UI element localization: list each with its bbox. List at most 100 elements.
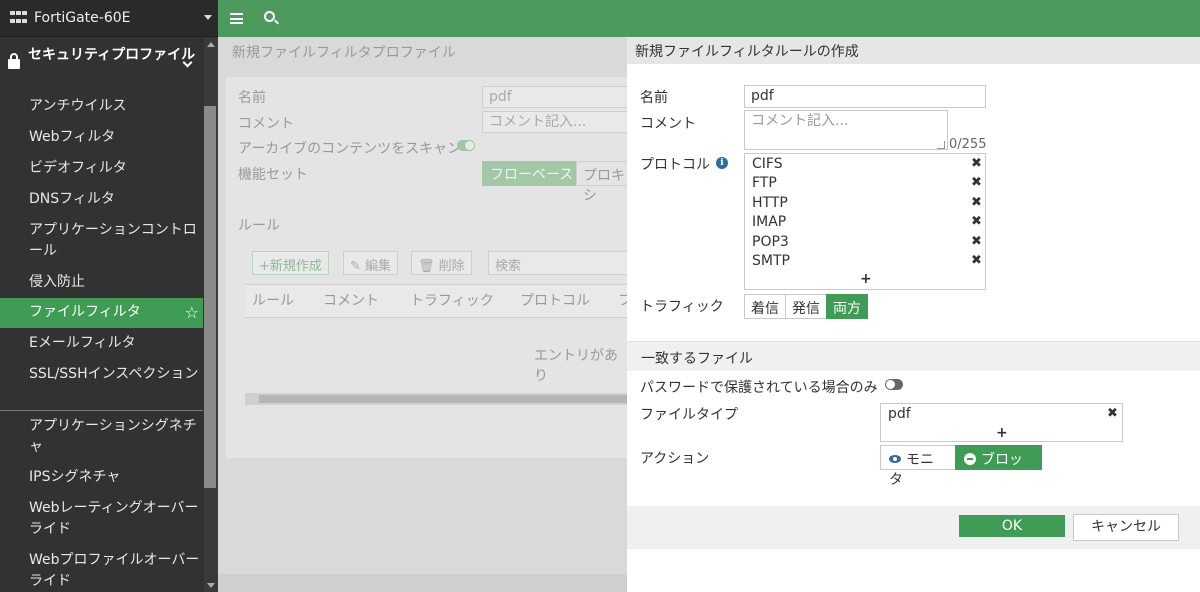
edit-label: 編集	[365, 259, 392, 274]
traffic-both[interactable]: 両方	[826, 294, 868, 319]
match-files-section: 一致するファイル	[627, 341, 1200, 371]
rules-label: ルール	[238, 218, 280, 234]
section-title: セキュリティプロファイル	[28, 47, 196, 63]
col-protocol[interactable]: プロトコル	[520, 290, 590, 310]
name-input[interactable]: pdf	[744, 85, 986, 108]
sidebar-item-application-signatures[interactable]: アプリケーションシグネチャ	[0, 416, 203, 458]
cancel-button[interactable]: キャンセル	[1073, 514, 1179, 541]
comment-label: コメント	[640, 116, 696, 132]
feature-set-label: 機能セット	[238, 167, 308, 183]
new-rule-button[interactable]: +新規作成	[252, 251, 329, 275]
sidebar-item-ips-signatures[interactable]: IPSシグネチャ	[0, 467, 203, 488]
traffic-outgoing[interactable]: 発信	[785, 294, 827, 319]
password-protected-toggle[interactable]	[885, 379, 903, 390]
scrollbar-thumb[interactable]	[204, 106, 216, 488]
file-type-list: pdf ✖ +	[880, 403, 1123, 442]
protocol-item-ftp: FTP	[752, 175, 777, 191]
scroll-down-icon[interactable]	[207, 583, 215, 588]
sidebar-item-ssl-ssh-inspection[interactable]: SSL/SSHインスペクション	[0, 364, 203, 385]
remove-cifs-icon[interactable]: ✖	[971, 156, 982, 171]
action-label: アクション	[640, 451, 710, 467]
sidebar-item-intrusion-prevention[interactable]: 侵入防止	[0, 272, 203, 293]
ok-button[interactable]: OK	[959, 515, 1065, 537]
comment-label: コメント	[238, 116, 294, 132]
file-type-label: ファイルタイプ	[640, 407, 738, 423]
remove-imap-icon[interactable]: ✖	[971, 214, 982, 229]
sidebar-scrollbar[interactable]	[204, 38, 218, 592]
traffic-label: トラフィック	[640, 299, 724, 315]
name-field[interactable]: pdf	[482, 86, 632, 108]
protocol-list: CIFS ✖ FTP ✖ HTTP ✖ IMAP ✖ POP3 ✖ SMTP ✖…	[744, 153, 986, 290]
device-name: FortiGate-60E	[34, 10, 131, 26]
rules-card	[226, 210, 646, 458]
sidebar-item-web-filter[interactable]: Webフィルタ	[0, 127, 203, 148]
remove-ftp-icon[interactable]: ✖	[971, 175, 982, 190]
fortinet-logo-icon	[10, 11, 28, 25]
action-block-button[interactable]: ブロック	[955, 445, 1042, 488]
sidebar-item-file-filter[interactable]: ファイルフィルタ ☆	[0, 298, 203, 328]
sidebar-item-video-filter[interactable]: ビデオフィルタ	[0, 158, 203, 179]
info-icon[interactable]: i	[716, 157, 728, 169]
top-bar	[218, 0, 1200, 37]
remove-pdf-icon[interactable]: ✖	[1107, 406, 1118, 421]
scrollbar-thumb[interactable]	[259, 395, 627, 403]
sidebar-item-web-rating-override[interactable]: Webレーティングオーバーライド	[0, 498, 203, 540]
caret-down-icon	[204, 15, 212, 20]
resize-handle-icon[interactable]	[937, 141, 945, 149]
hamburger-icon[interactable]	[230, 13, 243, 24]
traffic-incoming[interactable]: 着信	[744, 294, 786, 319]
col-comment[interactable]: コメント	[323, 290, 379, 310]
security-profiles-section[interactable]: セキュリティプロファイル	[0, 41, 203, 91]
name-label: 名前	[640, 90, 668, 106]
page-title: 新規ファイルフィルタプロファイル	[232, 45, 456, 61]
protocol-item-cifs: CIFS	[752, 156, 783, 172]
archive-scan-label: アーカイブのコンテンツをスキャン	[238, 141, 462, 157]
eye-icon	[889, 455, 901, 463]
background-page: 新規ファイルフィルタプロファイル 名前 pdf コメント コメント記入... ア…	[218, 37, 646, 592]
pencil-icon: ✎	[350, 259, 366, 274]
bottom-bar	[218, 574, 627, 592]
file-type-item-pdf: pdf	[888, 406, 911, 422]
archive-scan-toggle[interactable]	[457, 140, 475, 151]
protocol-item-pop3: POP3	[752, 234, 789, 250]
protocol-item-http: HTTP	[752, 195, 788, 211]
action-monitor-button[interactable]: モニタ	[880, 445, 956, 488]
device-selector[interactable]: FortiGate-60E	[0, 0, 218, 37]
col-traffic[interactable]: トラフィック	[410, 290, 494, 310]
scroll-up-icon[interactable]	[207, 42, 215, 47]
remove-smtp-icon[interactable]: ✖	[971, 253, 982, 268]
search-input[interactable]: 検索	[488, 251, 638, 275]
edit-button[interactable]: ✎ 編集	[343, 251, 399, 275]
create-rule-dialog: 新規ファイルフィルタルールの作成 名前 pdf コメント コメント記入... 0…	[627, 37, 1200, 592]
comment-field[interactable]: コメント記入...	[482, 111, 632, 133]
sidebar: FortiGate-60E セキュリティプロファイル アンチウイルス Webフィ…	[0, 0, 218, 592]
add-file-type-icon[interactable]: +	[996, 425, 1008, 441]
comment-textarea[interactable]: コメント記入...	[744, 110, 948, 150]
sidebar-divider	[0, 410, 203, 411]
protocol-item-smtp: SMTP	[752, 253, 790, 269]
remove-http-icon[interactable]: ✖	[971, 195, 982, 210]
delete-button[interactable]: 🗑 削除	[411, 251, 472, 275]
sidebar-item-email-filter[interactable]: Eメールフィルタ	[0, 333, 203, 354]
sidebar-item-application-control[interactable]: アプリケーションコントロール	[0, 220, 203, 262]
empty-table-text: エントリがあり	[534, 348, 618, 384]
protocol-item-imap: IMAP	[752, 214, 787, 230]
search-icon[interactable]	[264, 11, 275, 22]
star-icon[interactable]: ☆	[185, 302, 199, 323]
sidebar-item-web-profile-override[interactable]: Webプロファイルオーバーライド	[0, 550, 203, 592]
col-rule[interactable]: ルール	[252, 290, 294, 310]
sidebar-item-dns-filter[interactable]: DNSフィルタ	[0, 189, 203, 210]
delete-label: 削除	[438, 259, 465, 274]
add-protocol-icon[interactable]: +	[860, 271, 872, 287]
table-horizontal-scrollbar[interactable]	[245, 393, 627, 405]
password-protected-label: パスワードで保護されている場合のみ	[640, 380, 878, 396]
sidebar-item-label: ファイルフィルタ	[29, 304, 141, 320]
sidebar-item-antivirus[interactable]: アンチウイルス	[0, 96, 203, 117]
protocol-label: プロトコル	[640, 157, 710, 173]
comment-counter: 0/255	[949, 137, 987, 152]
block-icon	[964, 453, 976, 465]
name-label: 名前	[238, 90, 266, 106]
lock-icon	[8, 53, 20, 69]
feature-flow-based[interactable]: フローベース	[482, 161, 576, 186]
remove-pop3-icon[interactable]: ✖	[971, 234, 982, 249]
